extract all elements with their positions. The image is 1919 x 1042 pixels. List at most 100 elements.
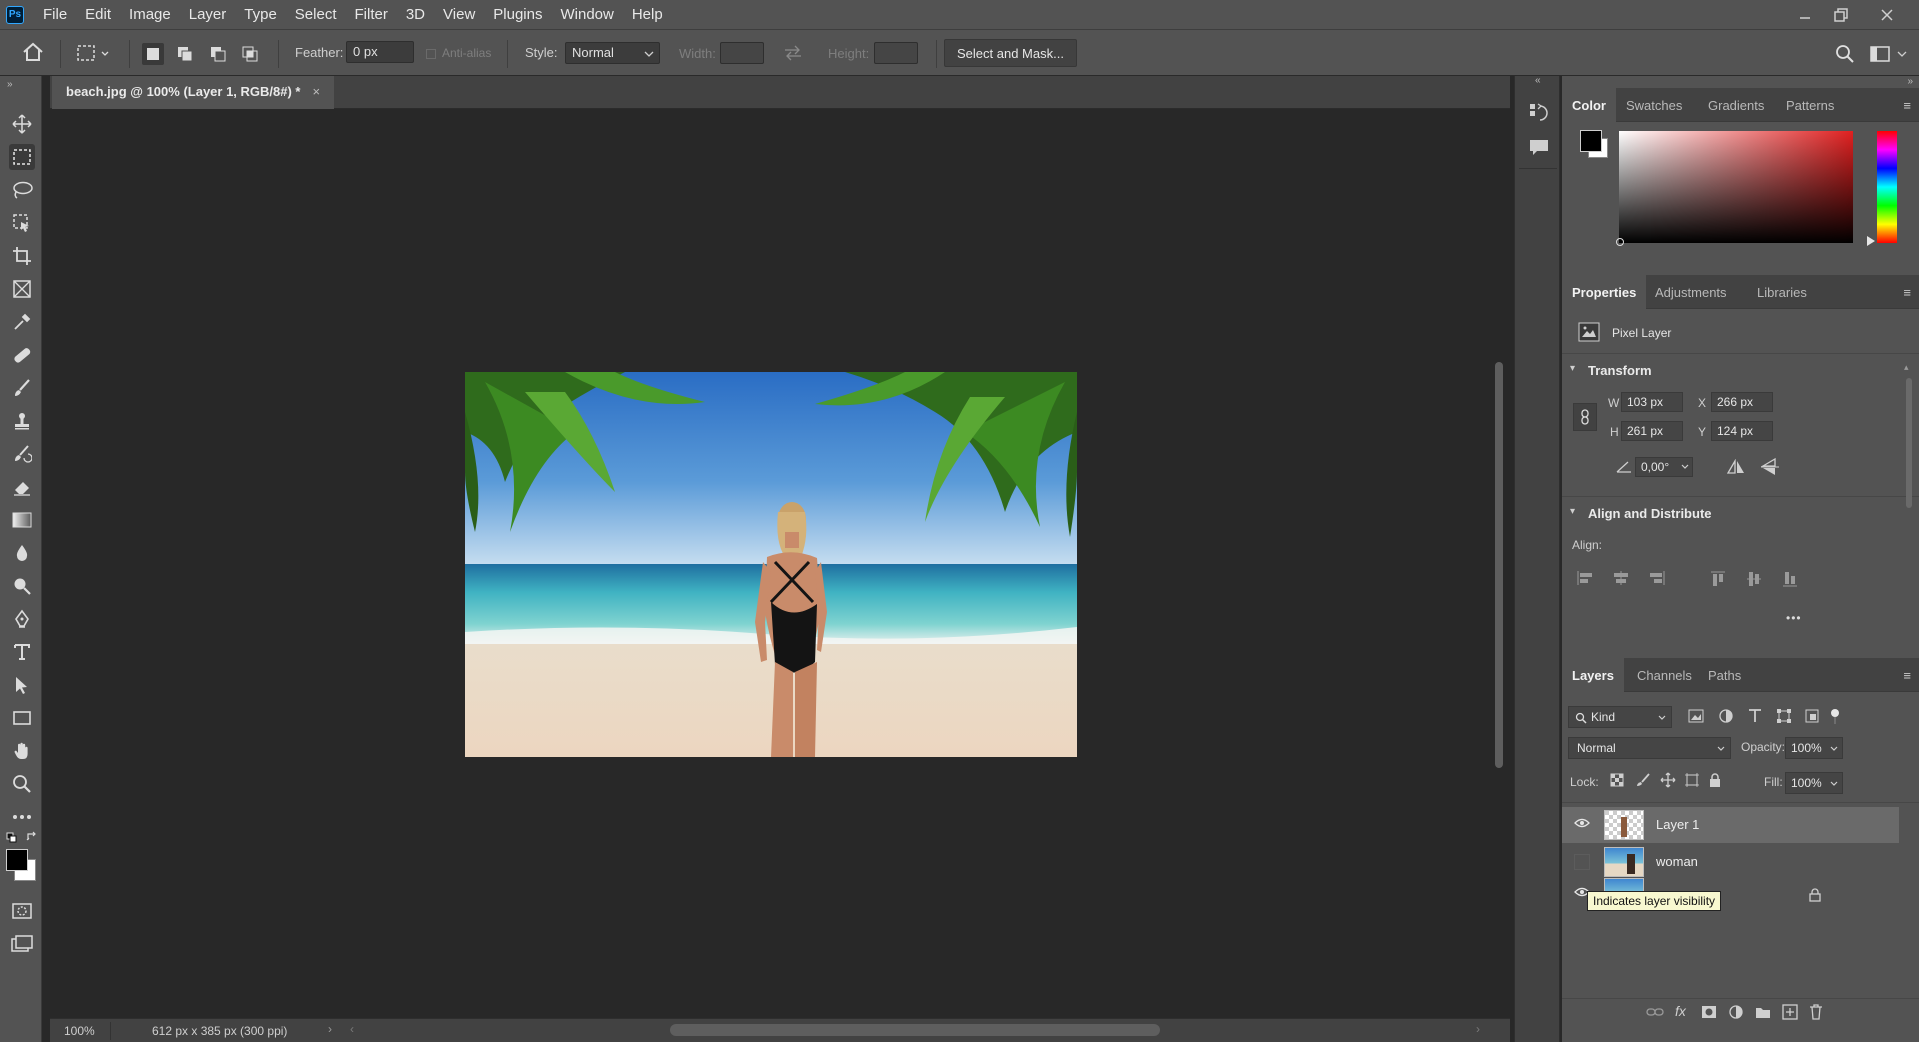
feather-input[interactable]: 0 px [346, 41, 414, 63]
properties-scrollbar[interactable]: ▴ ▾ [1903, 362, 1915, 694]
scroll-up-icon[interactable]: ▴ [1904, 362, 1909, 373]
type-tool-icon[interactable] [9, 639, 35, 665]
gradient-tool-icon[interactable] [9, 507, 35, 533]
vertical-scrollbar[interactable] [1493, 112, 1505, 1018]
marquee-preset-icon[interactable] [76, 43, 110, 66]
tab-gradients[interactable]: Gradients [1708, 88, 1764, 122]
status-menu-chevron-icon[interactable]: › [328, 1022, 332, 1036]
link-layers-icon[interactable] [1646, 1006, 1664, 1021]
menu-filter[interactable]: Filter [346, 6, 397, 23]
style-select[interactable]: Normal [565, 42, 660, 64]
close-window-icon[interactable] [1864, 0, 1910, 29]
lasso-tool-icon[interactable] [9, 177, 35, 203]
angle-field[interactable]: 0,00° [1635, 457, 1693, 477]
tab-color[interactable]: Color [1562, 88, 1616, 122]
lock-position-icon[interactable] [1660, 772, 1676, 791]
horizontal-scrollbar-thumb[interactable] [670, 1024, 1160, 1036]
menu-image[interactable]: Image [120, 6, 180, 23]
filter-type-layers-icon[interactable] [1748, 708, 1762, 727]
menu-layer[interactable]: Layer [180, 6, 236, 23]
eye-icon[interactable] [1574, 817, 1592, 833]
color-picker-marker[interactable] [1616, 238, 1624, 246]
tab-paths[interactable]: Paths [1708, 658, 1741, 692]
new-layer-icon[interactable] [1782, 1004, 1798, 1023]
link-dimensions-icon[interactable] [1573, 403, 1597, 431]
layer-row[interactable]: woman [1562, 844, 1899, 880]
brush-tool-icon[interactable] [9, 375, 35, 401]
history-panel-icon[interactable] [1528, 102, 1550, 127]
tab-layers[interactable]: Layers [1562, 658, 1624, 692]
tab-swatches[interactable]: Swatches [1626, 88, 1682, 122]
align-right-edges-icon[interactable] [1648, 570, 1666, 589]
move-tool-icon[interactable] [9, 111, 35, 137]
subtract-from-selection-icon[interactable] [207, 43, 229, 65]
blend-mode-select[interactable]: Normal [1568, 737, 1731, 759]
height-input[interactable] [874, 42, 918, 64]
tab-adjustments[interactable]: Adjustments [1655, 275, 1727, 309]
hue-slider[interactable] [1877, 131, 1897, 243]
x-position-field[interactable]: 266 px [1711, 392, 1773, 412]
expand-toolbar-icon[interactable]: » [7, 79, 13, 90]
properties-scrollbar-thumb[interactable] [1906, 378, 1912, 508]
antialias-checkbox[interactable] [426, 49, 436, 59]
swap-colors-icon[interactable] [26, 831, 38, 846]
screen-mode-icon[interactable] [9, 931, 35, 957]
layer-effects-icon[interactable]: fx [1675, 1003, 1686, 1019]
menu-plugins[interactable]: Plugins [484, 6, 551, 23]
width-field[interactable]: 103 px [1621, 392, 1683, 412]
align-chevron-icon[interactable]: ▾ [1570, 506, 1575, 517]
align-left-edges-icon[interactable] [1576, 570, 1594, 589]
align-top-edges-icon[interactable] [1710, 570, 1726, 591]
rectangular-marquee-tool-icon[interactable] [9, 144, 35, 170]
hue-slider-handle[interactable] [1867, 236, 1875, 246]
color-panel-foreground-swatch[interactable] [1580, 130, 1602, 152]
lock-artboard-icon[interactable] [1684, 772, 1700, 791]
blur-tool-icon[interactable] [9, 540, 35, 566]
scroll-left-icon[interactable]: ‹ [350, 1022, 354, 1036]
lock-transparent-pixels-icon[interactable] [1610, 773, 1624, 790]
foreground-color-swatch[interactable] [6, 849, 28, 871]
layer-row[interactable]: Layer 1 [1562, 807, 1899, 843]
menu-select[interactable]: Select [286, 6, 346, 23]
history-brush-tool-icon[interactable] [9, 441, 35, 467]
path-selection-tool-icon[interactable] [9, 672, 35, 698]
intersect-selection-icon[interactable] [239, 43, 261, 65]
new-selection-icon[interactable] [142, 43, 164, 65]
beach-image[interactable] [465, 372, 1077, 757]
lock-all-icon[interactable] [1708, 772, 1722, 791]
tab-channels[interactable]: Channels [1637, 658, 1692, 692]
tab-libraries[interactable]: Libraries [1757, 275, 1807, 309]
add-mask-icon[interactable] [1701, 1005, 1717, 1022]
filter-smart-objects-icon[interactable] [1804, 708, 1820, 727]
transform-chevron-icon[interactable]: ▾ [1570, 363, 1575, 374]
menu-edit[interactable]: Edit [76, 6, 120, 23]
comments-panel-icon[interactable] [1528, 138, 1550, 161]
filter-adjustment-layers-icon[interactable] [1718, 708, 1734, 727]
photoshop-logo-icon[interactable]: Ps [6, 5, 24, 24]
menu-window[interactable]: Window [551, 6, 622, 23]
hand-tool-icon[interactable] [9, 738, 35, 764]
menu-view[interactable]: View [434, 6, 484, 23]
quick-mask-icon[interactable] [9, 898, 35, 924]
tab-properties[interactable]: Properties [1562, 275, 1647, 309]
menu-file[interactable]: File [34, 6, 76, 23]
adjustment-layer-icon[interactable] [1728, 1004, 1744, 1023]
align-vertical-centers-icon[interactable] [1746, 570, 1762, 591]
search-icon[interactable] [1835, 44, 1855, 67]
menu-3d[interactable]: 3D [397, 6, 434, 23]
rectangle-tool-icon[interactable] [9, 705, 35, 731]
filter-shape-layers-icon[interactable] [1776, 708, 1792, 727]
healing-brush-tool-icon[interactable] [9, 342, 35, 368]
flip-horizontal-icon[interactable] [1726, 458, 1746, 478]
zoom-level[interactable]: 100% [64, 1024, 95, 1038]
opacity-field[interactable]: 100% [1785, 737, 1843, 759]
frame-tool-icon[interactable] [9, 276, 35, 302]
vertical-scrollbar-thumb[interactable] [1495, 362, 1503, 768]
scroll-right-icon[interactable]: › [1476, 1022, 1480, 1036]
select-and-mask-button[interactable]: Select and Mask... [944, 39, 1077, 67]
properties-panel-menu-icon[interactable]: ≡ [1903, 285, 1911, 300]
home-icon[interactable] [22, 42, 44, 65]
more-options-icon[interactable]: ••• [1786, 611, 1802, 625]
collapse-dock-icon[interactable]: » [1907, 76, 1913, 87]
default-colors-icon[interactable] [6, 832, 18, 847]
